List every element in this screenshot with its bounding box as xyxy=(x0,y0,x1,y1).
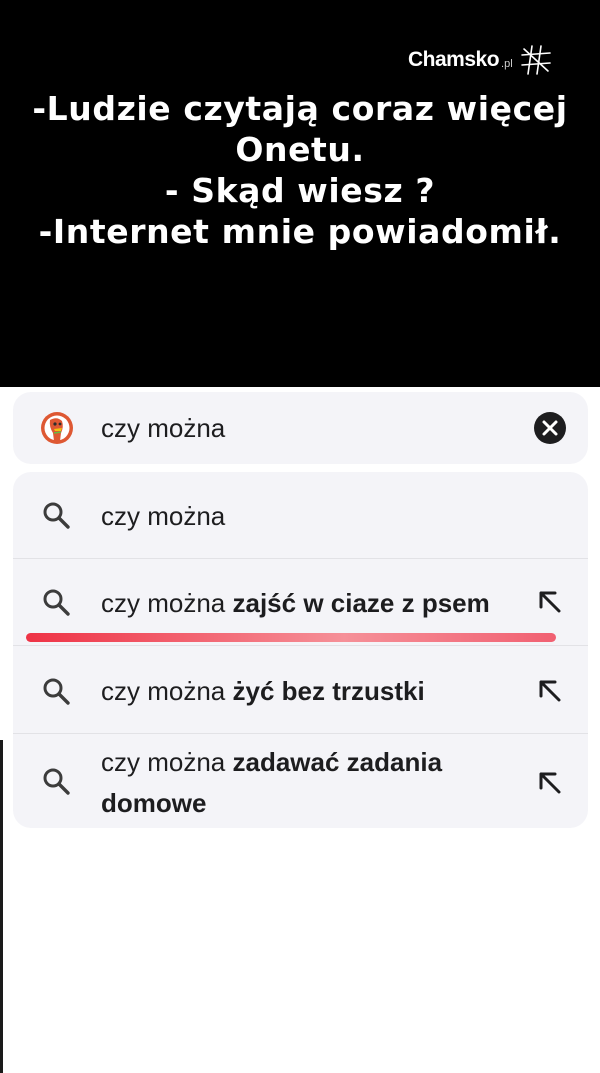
search-icon xyxy=(43,502,70,529)
hashtag-logo-icon xyxy=(520,45,551,75)
suggestion-text: czy można żyć bez trzustki xyxy=(101,671,425,711)
red-highlight-underline xyxy=(26,633,556,642)
search-icon xyxy=(43,589,70,616)
search-icon xyxy=(43,678,70,705)
logo-tld: .pl xyxy=(501,58,513,70)
search-bar[interactable]: czy można xyxy=(13,392,588,464)
suggestion-text: czy można zajść w ciaze z psem xyxy=(101,583,490,623)
left-border-line xyxy=(0,740,3,1073)
search-icon xyxy=(43,768,70,795)
caption-line: - Skąd wiesz ? xyxy=(164,171,436,210)
suggestion-item[interactable]: czy można xyxy=(13,472,588,558)
suggestion-completion: zajść w ciaze z psem xyxy=(232,588,490,618)
arrow-up-left-icon[interactable] xyxy=(537,589,563,615)
suggestion-text: czy można xyxy=(101,496,225,536)
suggestion-query: czy można xyxy=(101,501,226,531)
caption-line: Onetu. xyxy=(235,130,365,169)
suggestions-list: czy można czy można zajść w ciaze z psem… xyxy=(13,472,588,828)
suggestion-query: czy można xyxy=(101,676,233,706)
caption-line: -Ludzie czytają coraz więcej xyxy=(32,89,568,128)
caption-line: -Internet mnie powiadomił. xyxy=(38,212,562,251)
search-input[interactable]: czy można xyxy=(101,412,225,444)
suggestion-query: czy można xyxy=(101,588,233,618)
suggestion-item[interactable]: czy można żyć bez trzustki xyxy=(13,646,588,733)
arrow-up-left-icon[interactable] xyxy=(537,770,563,796)
close-circle-icon[interactable] xyxy=(533,411,567,445)
logo-name: Chamsko xyxy=(408,48,500,71)
suggestion-query: czy można xyxy=(101,747,233,777)
suggestion-completion-line2: domowe xyxy=(101,788,207,818)
meme-caption: -Ludzie czytają coraz więcej Onetu. - Sk… xyxy=(0,88,600,252)
suggestion-item[interactable]: czy można zadawać zadania domowe xyxy=(13,734,588,828)
meme-caption-panel: Chamsko .pl -Ludzie czytają coraz więcej… xyxy=(0,0,600,387)
suggestion-completion: żyć bez trzustki xyxy=(232,676,425,706)
duckduckgo-icon xyxy=(41,412,73,444)
arrow-up-left-icon[interactable] xyxy=(537,678,563,704)
suggestion-text: czy można zadawać zadania xyxy=(101,742,442,782)
chamsko-logo: Chamsko .pl xyxy=(408,40,553,80)
suggestion-completion: zadawać zadania xyxy=(232,747,443,777)
